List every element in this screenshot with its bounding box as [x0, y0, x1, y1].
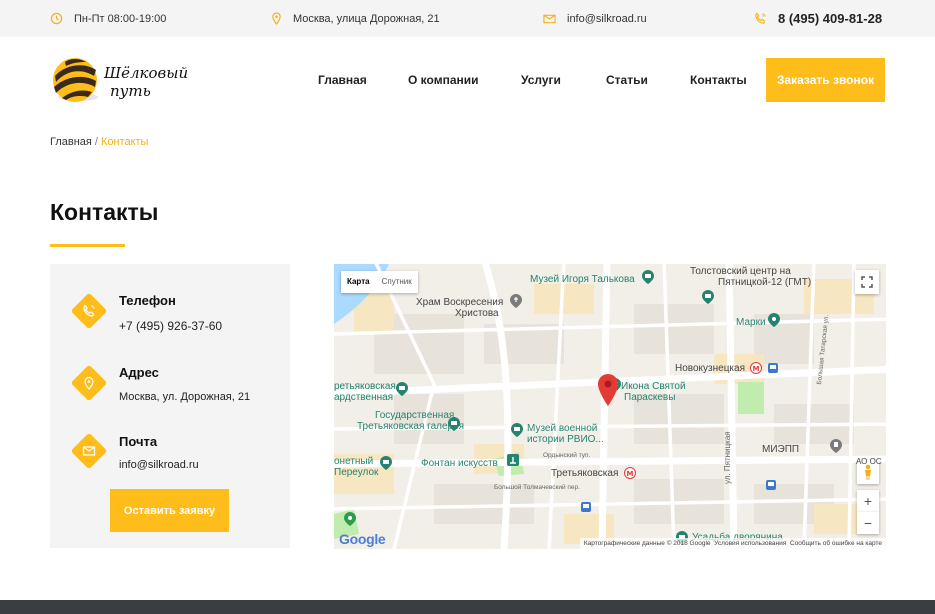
- top-address: Москва, улица Дорожная, 21: [271, 0, 440, 37]
- map-type-control: Карта Спутник: [341, 271, 418, 293]
- museum-icon: [396, 382, 408, 396]
- street-pyatnitskaya: ул. Пятницкая: [723, 431, 732, 484]
- street-ordynsky: Ордынский туп.: [543, 452, 591, 459]
- breadcrumb: Главная / Контакты: [50, 136, 148, 148]
- clock-icon: [50, 12, 63, 25]
- poi-marki[interactable]: Марки: [736, 317, 766, 328]
- breadcrumb-separator: /: [94, 136, 98, 148]
- svg-text:M: M: [627, 470, 634, 478]
- poi-khram-line1[interactable]: Храм Воскресения: [416, 297, 503, 308]
- building-icon: [830, 439, 842, 453]
- street-tolmachevsky: Большой Толмачевский пер.: [494, 484, 580, 491]
- contacts-card: Телефон +7 (495) 926-37-60 Адрес Москва,…: [50, 264, 290, 548]
- museum-icon: [702, 290, 714, 304]
- location-marker-icon[interactable]: [598, 374, 618, 406]
- email-label: Почта: [119, 434, 158, 449]
- fullscreen-icon: [861, 276, 873, 288]
- museum-icon: [511, 423, 523, 437]
- poi-ikona-line1[interactable]: Икона Святой: [621, 381, 686, 392]
- address-badge: [70, 364, 108, 402]
- location-icon: [272, 12, 281, 25]
- poi-pereulok-line2[interactable]: Переулок: [334, 467, 378, 478]
- contact-address: Адрес Москва, ул. Дорожная, 21: [50, 364, 290, 424]
- title-underline: [50, 244, 125, 247]
- park-icon: [344, 512, 356, 526]
- metro-icon: M: [624, 467, 636, 479]
- nav-item-articles[interactable]: Статьи: [606, 58, 648, 102]
- location-icon: [84, 376, 94, 390]
- tram-icon: [581, 502, 591, 512]
- top-email-text[interactable]: info@silkroad.ru: [567, 13, 647, 25]
- phone-icon: [83, 304, 95, 317]
- nav-item-services[interactable]: Услуги: [521, 58, 561, 102]
- phone-value[interactable]: +7 (495) 926-37-60: [119, 319, 222, 333]
- poi-tretyakovskaya-left1[interactable]: ретьяковская: [334, 381, 396, 392]
- map-data-copyright: Картографические данные © 2018 Google: [583, 540, 711, 547]
- poi-military-museum-line1[interactable]: Музей военной: [527, 423, 597, 434]
- tram-icon: [768, 363, 778, 373]
- nav-item-contacts[interactable]: Контакты: [690, 58, 747, 102]
- breadcrumb-current: Контакты: [100, 136, 149, 148]
- museum-icon: [380, 456, 392, 470]
- poi-tretyakovskaya-metro[interactable]: Третьяковская: [551, 468, 618, 479]
- poi-aooc[interactable]: АО ОС: [856, 456, 882, 467]
- phone-icon: [755, 12, 766, 24]
- poi-ikona-line2[interactable]: Параскевы: [624, 392, 675, 403]
- shop-icon: [768, 313, 780, 327]
- map-attribution: Картографические данные © 2018 Google Ус…: [579, 538, 886, 549]
- poi-khram-line2[interactable]: Христова: [455, 308, 499, 319]
- poi-fountain[interactable]: Фонтан искусств: [421, 458, 498, 469]
- map[interactable]: Карта Спутник + − Музей Игоря Талькова Т…: [334, 264, 886, 549]
- church-icon: [510, 294, 522, 308]
- contact-email: Почта info@silkroad.ru: [50, 432, 290, 494]
- metro-icon: M: [750, 362, 762, 374]
- map-type-map[interactable]: Карта: [341, 271, 376, 293]
- breadcrumb-home[interactable]: Главная: [50, 136, 92, 148]
- mail-icon: [82, 446, 96, 456]
- poi-tretyakovskaya-left2[interactable]: ардственная: [334, 392, 393, 403]
- fullscreen-button[interactable]: [855, 270, 879, 294]
- nav-item-about[interactable]: О компании: [408, 58, 479, 102]
- poi-military-museum-line2[interactable]: истории РВИО...: [527, 434, 604, 445]
- poi-tolstovsky-line1[interactable]: Толстовский центр на: [690, 266, 791, 277]
- poi-tolstovsky-line2[interactable]: Пятницкой-12 (ГМТ): [718, 277, 811, 288]
- poi-talkov-museum[interactable]: Музей Игоря Талькова: [530, 274, 635, 285]
- leave-request-button[interactable]: Оставить заявку: [110, 489, 229, 532]
- nav-item-home[interactable]: Главная: [318, 58, 367, 102]
- top-bar: Пн-Пт 08:00-19:00 Москва, улица Дорожная…: [0, 0, 935, 37]
- working-hours: Пн-Пт 08:00-19:00: [50, 0, 166, 37]
- svg-text:M: M: [753, 365, 760, 373]
- address-label: Адрес: [119, 365, 159, 380]
- poi-gallery-line1[interactable]: Государственная: [375, 410, 454, 421]
- poi-pereulok-line1[interactable]: онетный: [334, 456, 373, 467]
- top-email[interactable]: info@silkroad.ru: [543, 0, 647, 37]
- page-title: Контакты: [50, 199, 159, 225]
- map-type-satellite[interactable]: Спутник: [376, 271, 418, 293]
- zoom-out-button[interactable]: −: [857, 512, 879, 534]
- fountain-icon: [507, 454, 519, 466]
- top-phone[interactable]: 8 (495) 409-81-28: [754, 0, 882, 37]
- poi-mieppp[interactable]: МИЭПП: [762, 444, 799, 455]
- top-address-text: Москва, улица Дорожная, 21: [293, 12, 440, 25]
- poi-novokuznetskaya[interactable]: Новокузнецкая: [675, 363, 745, 374]
- mail-icon: [543, 14, 556, 23]
- order-call-button[interactable]: Заказать звонок: [766, 58, 885, 102]
- address-value: Москва, ул. Дорожная, 21: [119, 391, 251, 403]
- museum-icon: [448, 417, 460, 431]
- tram-icon: [766, 480, 776, 490]
- phone-badge: [70, 292, 108, 330]
- contact-phone: Телефон +7 (495) 926-37-60: [50, 292, 290, 352]
- working-hours-text: Пн-Пт 08:00-19:00: [74, 12, 167, 25]
- top-phone-text[interactable]: 8 (495) 409-81-28: [778, 11, 882, 26]
- email-badge: [70, 432, 108, 470]
- zoom-in-button[interactable]: +: [857, 490, 879, 512]
- google-logo: Google: [339, 531, 386, 547]
- phone-label: Телефон: [119, 293, 176, 308]
- museum-icon: [642, 270, 654, 284]
- map-report-link[interactable]: Сообщить об ошибке на карте: [790, 540, 882, 547]
- email-value[interactable]: info@silkroad.ru: [119, 459, 199, 471]
- footer: [0, 600, 935, 614]
- map-terms-link[interactable]: Условия использования: [714, 540, 786, 547]
